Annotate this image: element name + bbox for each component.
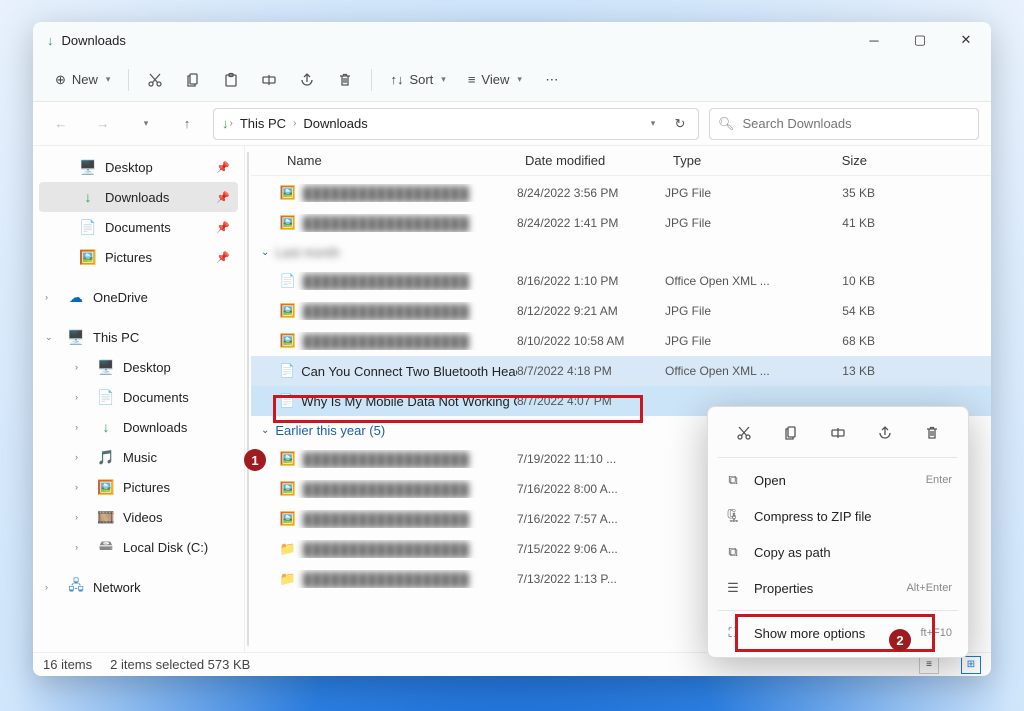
copypath-icon: ⧉: [724, 544, 742, 560]
col-size[interactable]: Size: [795, 153, 875, 168]
context-quick-actions: [714, 413, 962, 453]
sidebar-item-pc-downloads[interactable]: ›↓Downloads: [39, 412, 238, 442]
column-headers[interactable]: Name Date modified Type Size: [251, 146, 991, 176]
ctx-cut-button[interactable]: [728, 417, 760, 449]
status-selected: 2 items selected 573 KB: [110, 657, 250, 672]
delete-button[interactable]: [327, 64, 363, 96]
col-type[interactable]: Type: [665, 153, 795, 168]
context-menu: ⧉OpenEnter 🗜Compress to ZIP file ⧉Copy a…: [707, 406, 969, 658]
search-icon: 🔍︎: [718, 116, 735, 132]
file-row[interactable]: 🖼️██████████████████8/12/2022 9:21 AMJPG…: [251, 296, 991, 326]
open-icon: ⧉: [724, 472, 742, 488]
titlebar[interactable]: ↓ Downloads ─ ▢ ✕: [33, 22, 991, 58]
file-row[interactable]: 🖼️██████████████████8/24/2022 3:56 PMJPG…: [251, 178, 991, 208]
share-button[interactable]: [289, 64, 325, 96]
file-list-pane: Name Date modified Type Size 🖼️█████████…: [251, 146, 991, 652]
explorer-window: ↓ Downloads ─ ▢ ✕ ⊕New▾ ↑↓ Sort▾ ≡ View▾…: [33, 22, 991, 676]
copy-button[interactable]: [175, 64, 211, 96]
paste-button[interactable]: [213, 64, 249, 96]
up-button[interactable]: ↑: [171, 108, 203, 140]
sidebar-item-network[interactable]: ›🖧Network: [39, 572, 238, 602]
sidebar-item-desktop[interactable]: 🖥️Desktop📌: [39, 152, 238, 182]
ctx-compress-zip[interactable]: 🗜Compress to ZIP file: [714, 498, 962, 534]
file-row[interactable]: 🖼️██████████████████8/24/2022 1:41 PMJPG…: [251, 208, 991, 238]
close-button[interactable]: ✕: [943, 22, 989, 58]
crumb-this-pc[interactable]: This PC: [234, 114, 292, 133]
sidebar-item-pc-localdisk[interactable]: ›🖴Local Disk (C:): [39, 532, 238, 562]
rename-button[interactable]: [251, 64, 287, 96]
sidebar-item-downloads[interactable]: ↓Downloads📌: [39, 182, 238, 212]
properties-icon: ☰: [724, 580, 742, 596]
view-details-toggle[interactable]: ≡: [919, 656, 939, 674]
pin-icon: 📌: [216, 221, 230, 234]
back-button[interactable]: ←: [45, 108, 77, 140]
window-title: Downloads: [62, 33, 852, 48]
sidebar-item-pc-pictures[interactable]: ›🖼️Pictures: [39, 472, 238, 502]
pin-icon: 📌: [216, 161, 230, 174]
sidebar-item-onedrive[interactable]: ›☁OneDrive: [39, 282, 238, 312]
address-bar[interactable]: ↓ › This PC › Downloads ▾ ↻: [213, 108, 699, 140]
view-button[interactable]: ≡ View▾: [458, 64, 532, 96]
new-button[interactable]: ⊕New▾: [45, 64, 120, 96]
ctx-open[interactable]: ⧉OpenEnter: [714, 462, 962, 498]
file-row[interactable]: 📄██████████████████8/16/2022 1:10 PMOffi…: [251, 266, 991, 296]
sidebar-item-documents[interactable]: 📄Documents📌: [39, 212, 238, 242]
more-button[interactable]: ⋯: [534, 64, 570, 96]
download-icon: ↓: [47, 33, 54, 48]
pin-icon: 📌: [216, 191, 230, 204]
ctx-copy-button[interactable]: [775, 417, 807, 449]
file-group[interactable]: ⌄Last month: [251, 238, 991, 266]
sort-button[interactable]: ↑↓ Sort▾: [380, 64, 455, 96]
more-icon: ⛶: [724, 625, 742, 641]
sidebar-item-pc-documents[interactable]: ›📄Documents: [39, 382, 238, 412]
sidebar-item-pc-desktop[interactable]: ›🖥️Desktop: [39, 352, 238, 382]
sidebar[interactable]: 🖥️Desktop📌 ↓Downloads📌 📄Documents📌 🖼️Pic…: [33, 146, 245, 652]
file-row[interactable]: 📄Can You Connect Two Bluetooth Headph...…: [251, 356, 991, 386]
refresh-button[interactable]: ↻: [666, 110, 694, 138]
addr-dropdown-button[interactable]: ▾: [638, 110, 666, 138]
crumb-downloads[interactable]: Downloads: [297, 114, 373, 133]
address-row: ← → ▾ ↑ ↓ › This PC › Downloads ▾ ↻ 🔍︎: [33, 102, 991, 146]
sidebar-item-pc-music[interactable]: ›🎵Music: [39, 442, 238, 472]
maximize-button[interactable]: ▢: [897, 22, 943, 58]
ctx-copy-path[interactable]: ⧉Copy as path: [714, 534, 962, 570]
ctx-delete-button[interactable]: [916, 417, 948, 449]
file-row[interactable]: 🖼️██████████████████8/10/2022 10:58 AMJP…: [251, 326, 991, 356]
toolbar: ⊕New▾ ↑↓ Sort▾ ≡ View▾ ⋯: [33, 58, 991, 102]
search-input[interactable]: [743, 116, 970, 131]
sidebar-item-pictures[interactable]: 🖼️Pictures📌: [39, 242, 238, 272]
zip-icon: 🗜: [724, 508, 742, 524]
sidebar-item-pc-videos[interactable]: ›🎞️Videos: [39, 502, 238, 532]
pin-icon: 📌: [216, 251, 230, 264]
minimize-button[interactable]: ─: [851, 22, 897, 58]
view-icons-toggle[interactable]: ⊞: [961, 656, 981, 674]
sidebar-item-thispc[interactable]: ⌄🖥️This PC: [39, 322, 238, 352]
ctx-share-button[interactable]: [869, 417, 901, 449]
cut-button[interactable]: [137, 64, 173, 96]
ctx-rename-button[interactable]: [822, 417, 854, 449]
annotation-badge-1: 1: [244, 449, 266, 471]
ctx-properties[interactable]: ☰PropertiesAlt+Enter: [714, 570, 962, 606]
status-count: 16 items: [43, 657, 92, 672]
forward-button[interactable]: →: [87, 108, 119, 140]
col-name[interactable]: Name: [279, 153, 517, 168]
search-box[interactable]: 🔍︎: [709, 108, 979, 140]
ctx-show-more-options[interactable]: ⛶Show more optionsft+F10: [714, 615, 962, 651]
recent-dropdown[interactable]: ▾: [129, 108, 161, 140]
annotation-badge-2: 2: [889, 629, 911, 651]
col-date[interactable]: Date modified: [517, 153, 665, 168]
